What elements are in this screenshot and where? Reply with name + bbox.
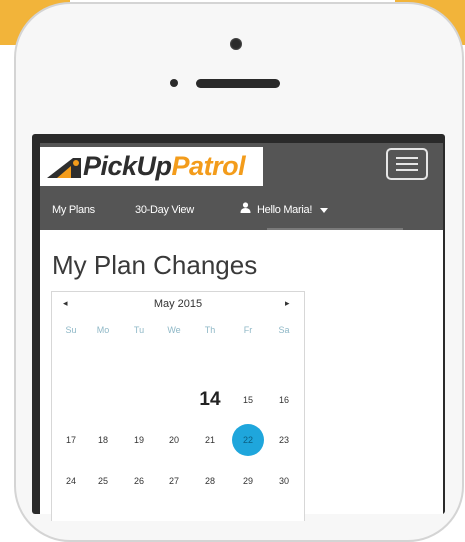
user-greeting: Hello Maria! [257, 204, 313, 216]
calendar-day[interactable]: 25 [87, 465, 119, 497]
nav-item-my-plans[interactable]: My Plans [52, 192, 95, 230]
weekday-label: Tu [133, 325, 145, 335]
calendar-day[interactable]: 26 [123, 465, 155, 497]
nav-item-30-day-view[interactable]: 30-Day View [135, 192, 194, 230]
camera-icon [230, 38, 242, 50]
calendar-day-selected[interactable]: 22 [232, 424, 264, 456]
weekday-label: Su [65, 325, 77, 335]
brand-name-part1: PickUp [83, 151, 172, 181]
calendar-header: ◂ May 2015 ▸ [52, 292, 304, 318]
calendar-day[interactable]: 29 [232, 465, 264, 497]
calendar-day[interactable]: 16 [268, 384, 300, 416]
hamburger-bar [396, 163, 418, 165]
weekday-label: Sa [278, 325, 290, 335]
calendar-day[interactable]: 20 [158, 424, 190, 456]
weekday-label: Fr [243, 325, 253, 335]
hamburger-menu-button[interactable] [386, 148, 428, 180]
calendar-day[interactable]: 24 [55, 465, 87, 497]
sensor-icon [170, 79, 178, 87]
weekday-label: Mo [96, 325, 110, 335]
weekday-label: Th [204, 325, 216, 335]
logo-mark-icon [43, 152, 89, 182]
calendar-widget: ◂ May 2015 ▸ Su Mo Tu We Th Fr Sa 14 15 16 17 18 19 2… [51, 291, 305, 521]
calendar-day[interactable]: 14 [194, 384, 226, 416]
calendar-day[interactable]: 17 [55, 424, 87, 456]
caret-down-icon [320, 207, 329, 213]
user-icon [240, 192, 251, 228]
brand-logo[interactable]: PickUpPatrol [40, 147, 263, 186]
calendar-day[interactable]: 19 [123, 424, 155, 456]
brand-name-part2: Patrol [171, 151, 246, 181]
brand-name: PickUpPatrol [83, 151, 246, 182]
calendar-day[interactable]: 18 [87, 424, 119, 456]
nav-menu: My Plans 30-Day View Hello Maria! [40, 192, 443, 230]
speaker-grille [196, 79, 280, 88]
calendar-day[interactable]: 30 [268, 465, 300, 497]
calendar-day[interactable]: 21 [194, 424, 226, 456]
hamburger-bar [396, 157, 418, 159]
hamburger-bar [396, 169, 418, 171]
weekday-label: We [167, 325, 181, 335]
next-month-icon[interactable]: ▸ [285, 298, 290, 309]
calendar-day[interactable]: 23 [268, 424, 300, 456]
calendar-day[interactable]: 15 [232, 384, 264, 416]
calendar-day[interactable]: 27 [158, 465, 190, 497]
calendar-day[interactable]: 28 [194, 465, 226, 497]
user-menu-dropdown[interactable]: Hello Maria! [240, 192, 329, 230]
page-title: My Plan Changes [52, 250, 258, 280]
calendar-month-label[interactable]: May 2015 [52, 298, 304, 310]
